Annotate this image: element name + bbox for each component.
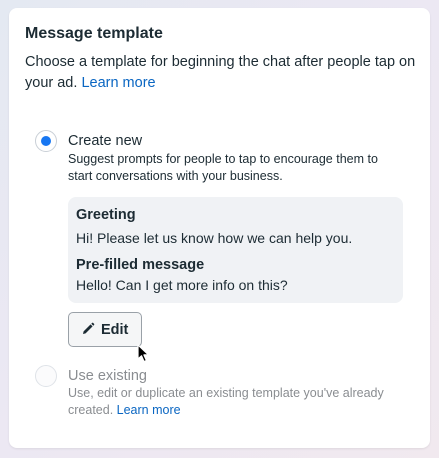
use-existing-label[interactable]: Use existing [68, 368, 147, 384]
use-existing-description-text: Use, edit or duplicate an existing templ… [68, 386, 384, 417]
use-existing-description: Use, edit or duplicate an existing templ… [68, 385, 403, 419]
greeting-text: Hi! Please let us know how we can help y… [76, 230, 353, 246]
use-existing-radio[interactable] [35, 365, 57, 387]
edit-button-label: Edit [101, 322, 129, 338]
prefilled-message-heading: Pre-filled message [76, 257, 205, 273]
greeting-heading: Greeting [76, 207, 136, 223]
learn-more-link[interactable]: Learn more [81, 75, 155, 91]
prefilled-message-text: Hello! Can I get more info on this? [76, 277, 288, 293]
message-preview: Greeting Hi! Please let us know how we c… [68, 197, 403, 303]
mouse-cursor-icon [137, 344, 150, 363]
message-template-card: Message template Choose a template for b… [9, 8, 430, 448]
section-title: Message template [25, 25, 163, 42]
create-new-radio[interactable] [35, 130, 57, 152]
edit-button[interactable]: Edit [68, 312, 142, 347]
create-new-description: Suggest prompts for people to tap to enc… [68, 152, 378, 183]
section-description: Choose a template for beginning the chat… [25, 52, 425, 94]
create-new-label[interactable]: Create new [68, 133, 142, 149]
pencil-icon [83, 322, 95, 334]
use-existing-learn-more-link[interactable]: Learn more [117, 403, 181, 417]
